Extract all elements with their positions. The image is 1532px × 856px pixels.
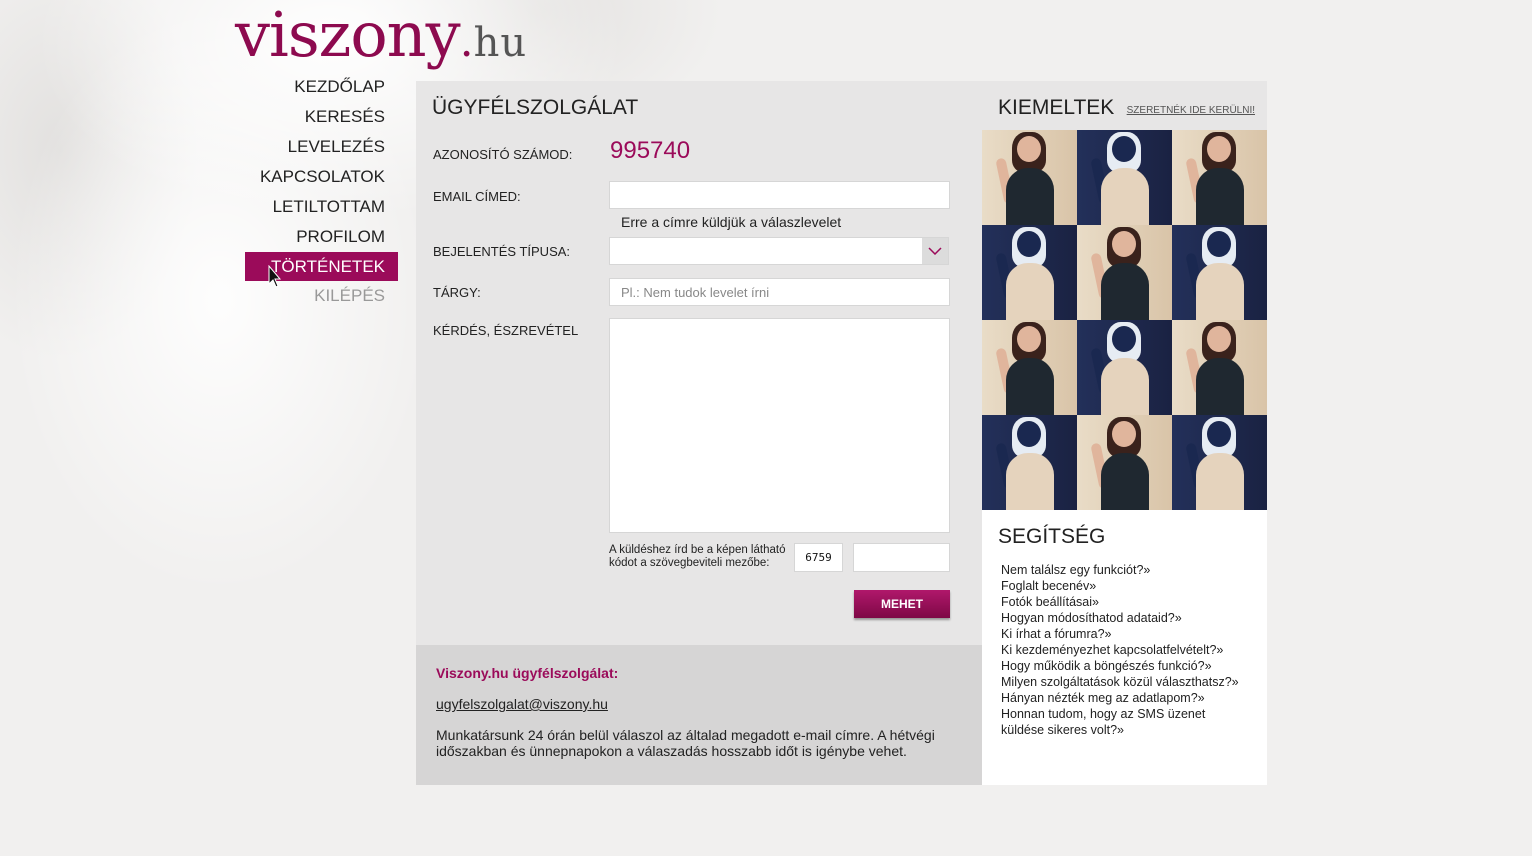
contact-title: Viszony.hu ügyfélszolgálat: <box>436 665 619 681</box>
featured-photo[interactable] <box>1172 415 1267 510</box>
featured-signup-link[interactable]: SZERETNÉK IDE KERÜLNI! <box>1127 105 1255 116</box>
help-link[interactable]: Ki kezdeményezhet kapcsolatfelvételt?» <box>1001 642 1251 658</box>
featured-photo[interactable] <box>982 320 1077 415</box>
contact-info-box: Viszony.hu ügyfélszolgálat: ugyfelszolga… <box>416 645 982 785</box>
featured-photo[interactable] <box>982 415 1077 510</box>
nav-item-kereses[interactable]: KERESÉS <box>245 102 398 132</box>
featured-header: KIEMELTEK SZERETNÉK IDE KERÜLNI! <box>982 81 1267 130</box>
id-value: 995740 <box>610 137 691 164</box>
question-textarea[interactable] <box>609 318 950 533</box>
logo-main-text: viszony <box>235 0 461 71</box>
nav-item-kezdolap[interactable]: KEZDŐLAP <box>245 72 398 102</box>
type-label: BEJELENTÉS TÍPUSA: <box>433 244 571 259</box>
captcha-image: 6759 <box>794 543 843 572</box>
captcha-instructions: A küldéshez írd be a képen látható kódot… <box>609 544 786 569</box>
featured-photo[interactable] <box>1077 415 1172 510</box>
subject-label: TÁRGY: <box>433 285 481 300</box>
featured-photo[interactable] <box>1172 320 1267 415</box>
mouse-cursor-icon <box>268 265 282 288</box>
nav-item-kapcsolatok[interactable]: KAPCSOLATOK <box>245 162 398 192</box>
help-link[interactable]: Nem találsz egy funkciót?» <box>1001 562 1251 578</box>
contact-email-link[interactable]: ugyfelszolgalat@viszony.hu <box>436 696 608 712</box>
help-link[interactable]: Hogyan módosíthatod adataid?» <box>1001 610 1251 626</box>
captcha-input[interactable] <box>853 543 950 572</box>
site-logo[interactable]: viszony.hu <box>235 0 527 70</box>
help-list: Nem találsz egy funkciót?» Foglalt becen… <box>1001 562 1251 738</box>
featured-photo[interactable] <box>1172 130 1267 225</box>
help-link[interactable]: Hogy működik a böngészés funkció?» <box>1001 658 1251 674</box>
help-link[interactable]: Ki írhat a fórumra?» <box>1001 626 1251 642</box>
question-label: KÉRDÉS, ÉSZREVÉTEL <box>433 323 579 338</box>
featured-photo[interactable] <box>1172 225 1267 320</box>
sidebar: KIEMELTEK SZERETNÉK IDE KERÜLNI! SEGÍTSÉ… <box>982 81 1267 785</box>
logo-tld-text: hu <box>473 20 528 66</box>
help-link[interactable]: Foglalt becenév» <box>1001 578 1251 594</box>
email-hint: Erre a címre küldjük a válaszlevelet <box>621 214 842 230</box>
featured-photo[interactable] <box>1077 130 1172 225</box>
email-label: EMAIL CÍMED: <box>433 189 521 204</box>
support-form-panel: ÜGYFÉLSZOLGÁLAT AZONOSÍTÓ SZÁMOD: 995740… <box>416 81 982 785</box>
help-title: SEGÍTSÉG <box>998 525 1106 548</box>
help-link[interactable]: Milyen szolgáltatások közül választhatsz… <box>1001 674 1251 690</box>
nav-item-letiltottam[interactable]: LETILTOTTAM <box>245 192 398 222</box>
help-link[interactable]: Honnan tudom, hogy az SMS üzenet küldése… <box>1001 706 1251 738</box>
chevron-down-icon[interactable] <box>922 238 948 264</box>
submit-button[interactable]: MEHET <box>854 590 950 618</box>
id-label: AZONOSÍTÓ SZÁMOD: <box>433 147 573 162</box>
featured-photo-grid <box>982 130 1267 510</box>
help-link[interactable]: Fotók beállításai» <box>1001 594 1251 610</box>
nav-item-levelezes[interactable]: LEVELEZÉS <box>245 132 398 162</box>
featured-title: KIEMELTEK <box>998 96 1115 119</box>
featured-photo[interactable] <box>982 130 1077 225</box>
featured-photo[interactable] <box>1077 225 1172 320</box>
logo-dot: . <box>459 16 474 67</box>
featured-photo[interactable] <box>1077 320 1172 415</box>
contact-text: Munkatársunk 24 órán belül válaszol az á… <box>436 727 935 759</box>
email-field[interactable] <box>609 181 950 209</box>
featured-photo[interactable] <box>982 225 1077 320</box>
help-link[interactable]: Hányan nézték meg az adatlapom?» <box>1001 690 1251 706</box>
type-select[interactable] <box>609 237 949 265</box>
nav-item-profilom[interactable]: PROFILOM <box>245 222 398 252</box>
subject-field[interactable] <box>609 278 950 306</box>
page-title: ÜGYFÉLSZOLGÁLAT <box>432 96 639 119</box>
